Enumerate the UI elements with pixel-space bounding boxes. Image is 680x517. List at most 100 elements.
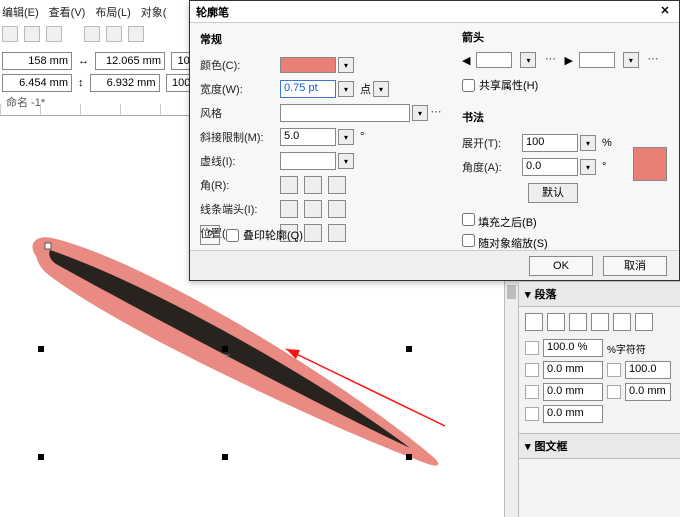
arrow-start[interactable] <box>476 52 512 68</box>
style-more[interactable]: ⋯ <box>428 104 444 122</box>
dashes-dropdown[interactable]: ▾ <box>338 153 354 169</box>
width-input[interactable]: 0.75 pt <box>280 80 336 98</box>
stretch-input[interactable]: 100 <box>522 134 578 152</box>
toolbar-icon-6[interactable] <box>128 26 144 42</box>
share-checkbox[interactable] <box>462 79 475 92</box>
width-icon: ↔ <box>78 55 89 67</box>
style-dropdown[interactable]: ▾ <box>412 105 428 121</box>
outline-pen-dialog: 轮廓笔 ✕ 常规 颜色(C): ▾ 宽度(W): 0.75 pt ▾ 点 ▾ 风… <box>189 0 680 281</box>
scale-checkbox[interactable] <box>462 234 475 247</box>
corner-bevel[interactable] <box>328 176 346 194</box>
align-right[interactable] <box>569 313 587 331</box>
color-dropdown[interactable]: ▾ <box>338 57 354 73</box>
angle-spinner[interactable]: ▾ <box>580 159 596 175</box>
label-miter: 斜接限制(M): <box>200 129 280 145</box>
spacing-a[interactable]: 0.0 mm <box>543 361 603 379</box>
pos-inside[interactable] <box>328 224 346 242</box>
spacing-d[interactable]: 100.0 <box>625 361 671 379</box>
corner-round[interactable] <box>304 176 322 194</box>
spacing-b[interactable]: 0.0 mm <box>543 383 603 401</box>
spacing-b-icon <box>525 385 539 399</box>
handle-mr[interactable] <box>406 346 412 352</box>
label-width: 宽度(W): <box>200 81 280 97</box>
toolbar-icon-3[interactable] <box>46 26 62 42</box>
color-swatch[interactable] <box>280 57 336 73</box>
menu-layout[interactable]: 布局(L) <box>95 4 130 20</box>
miter-spinner[interactable]: ▾ <box>338 129 354 145</box>
corner-miter[interactable] <box>280 176 298 194</box>
dim-w2[interactable]: 12.065 mm <box>95 52 165 70</box>
ok-button[interactable]: OK <box>529 256 593 276</box>
scrollbar-thumb[interactable] <box>507 285 516 299</box>
stretch-unit: % <box>602 137 612 149</box>
spacing-e[interactable]: 0.0 mm <box>625 383 671 401</box>
angle-input[interactable]: 0.0 <box>522 158 578 176</box>
align-none[interactable] <box>635 313 653 331</box>
arrow-end-more[interactable]: ⋯ <box>645 51 661 69</box>
label-corners: 角(R): <box>200 177 280 193</box>
spacing-e-icon <box>607 385 621 399</box>
arrow-end-drop[interactable]: ▾ <box>623 52 639 68</box>
toolbar-icon-4[interactable] <box>84 26 100 42</box>
section-arrowhead: 箭头 <box>462 29 679 45</box>
align-full[interactable] <box>613 313 631 331</box>
unit-dropdown[interactable]: ▾ <box>373 81 389 97</box>
overprint-outline[interactable]: 叠印轮廓(Q) <box>226 227 303 243</box>
spacing-d-icon <box>607 363 621 377</box>
style-combo[interactable] <box>280 104 410 122</box>
para-spacing-input[interactable]: 100.0 % <box>543 339 603 357</box>
width-unit[interactable]: 点 <box>360 81 371 97</box>
dialog-title: 轮廓笔 <box>196 4 229 20</box>
menu-edit[interactable]: 编辑(E) <box>2 4 39 20</box>
defaults-button[interactable]: 默认 <box>528 183 578 203</box>
label-stretch: 展开(T): <box>462 135 522 151</box>
spacing-c-icon <box>525 407 539 421</box>
para-spacing-label: %字符符 <box>607 341 646 356</box>
dim-h1[interactable]: 6.454 mm <box>2 74 72 92</box>
angle-unit: ° <box>602 161 606 173</box>
cap-flat[interactable] <box>280 200 298 218</box>
toolbar-icon-2[interactable] <box>24 26 40 42</box>
dim-h2[interactable]: 6.932 mm <box>90 74 160 92</box>
width-spinner[interactable]: ▾ <box>338 81 354 97</box>
node-marker[interactable] <box>45 243 51 249</box>
panel-textframe-head[interactable]: ▾ 图文框 <box>519 433 680 459</box>
stretch-spinner[interactable]: ▾ <box>580 135 596 151</box>
cap-square[interactable] <box>328 200 346 218</box>
cancel-button[interactable]: 取消 <box>603 256 667 276</box>
align-justify[interactable] <box>591 313 609 331</box>
pos-center[interactable] <box>304 224 322 242</box>
label-style: 风格 <box>200 105 280 121</box>
toolbar-icon-5[interactable] <box>106 26 122 42</box>
menu-object[interactable]: 对象( <box>141 4 167 20</box>
cap-round[interactable] <box>304 200 322 218</box>
arrow-end[interactable] <box>579 52 615 68</box>
panel-paragraph-head[interactable]: ▾ 段落 <box>519 281 680 307</box>
scale-with-object[interactable]: 随对象缩放(S) <box>462 234 679 251</box>
nib-preview <box>633 147 667 181</box>
dashes-combo[interactable] <box>280 152 336 170</box>
align-left[interactable] <box>525 313 543 331</box>
overprint-checkbox[interactable] <box>226 229 239 242</box>
align-center[interactable] <box>547 313 565 331</box>
scrollbar-vertical[interactable] <box>504 281 518 517</box>
dim-w1[interactable]: 158 mm <box>2 52 72 70</box>
handle-bc[interactable] <box>222 454 228 460</box>
behind-checkbox[interactable] <box>462 213 475 226</box>
help-button[interactable]: ? <box>200 225 220 245</box>
label-color: 颜色(C): <box>200 57 280 73</box>
handle-bl[interactable] <box>38 454 44 460</box>
handle-br[interactable] <box>406 454 412 460</box>
miter-input[interactable]: 5.0 <box>280 128 336 146</box>
handle-ml[interactable] <box>38 346 44 352</box>
toolbar-icon-1[interactable] <box>2 26 18 42</box>
arrow-start-drop[interactable]: ▾ <box>520 52 536 68</box>
behind-fill[interactable]: 填充之后(B) <box>462 213 679 230</box>
chevron-down-icon: ▾ <box>525 288 531 301</box>
arrow-start-more[interactable]: ⋯ <box>542 51 558 69</box>
menu-view[interactable]: 查看(V) <box>49 4 86 20</box>
close-icon[interactable]: ✕ <box>657 4 673 20</box>
spacing-c[interactable]: 0.0 mm <box>543 405 603 423</box>
miter-unit: ° <box>360 131 364 143</box>
share-attributes[interactable]: 共享属性(H) <box>462 77 679 93</box>
